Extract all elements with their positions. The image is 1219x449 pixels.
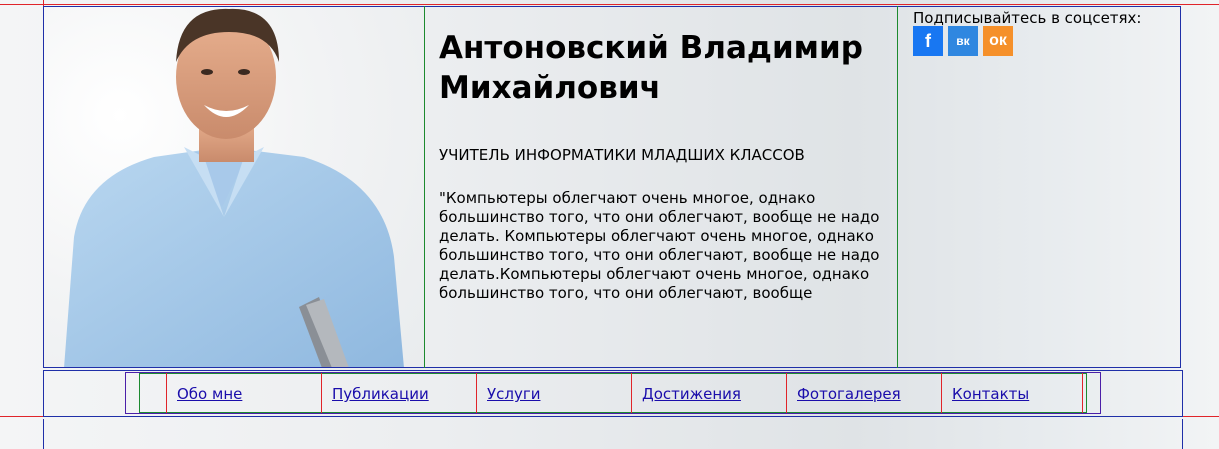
nav-item-publications[interactable]: Публикации xyxy=(321,373,476,413)
nav-item-about[interactable]: Обо мне xyxy=(166,373,321,413)
page-title: Антоновский Владимир Михайлович xyxy=(439,30,863,106)
social-links: f вк ок xyxy=(913,26,1013,56)
header-social-column xyxy=(898,6,1181,368)
nav-item-contacts[interactable]: Контакты xyxy=(941,373,1083,413)
teacher-role: УЧИТЕЛЬ ИНФОРМАТИКИ МЛАДШИХ КЛАССОВ xyxy=(439,146,805,164)
nav-item-services[interactable]: Услуги xyxy=(476,373,631,413)
teacher-quote: "Компьютеры облегчают очень многое, одна… xyxy=(439,189,880,302)
main-nav: Обо мне Публикации Услуги Достижения Фот… xyxy=(166,373,1083,413)
debug-line-top xyxy=(0,4,1219,5)
odnoklassniki-icon[interactable]: ок xyxy=(983,26,1013,56)
nav-item-gallery[interactable]: Фотогалерея xyxy=(786,373,941,413)
vk-icon[interactable]: вк xyxy=(948,26,978,56)
nav-item-achievements[interactable]: Достижения xyxy=(631,373,786,413)
social-caption: Подписывайтесь в соцсетях: xyxy=(913,9,1142,27)
facebook-icon[interactable]: f xyxy=(913,26,943,56)
